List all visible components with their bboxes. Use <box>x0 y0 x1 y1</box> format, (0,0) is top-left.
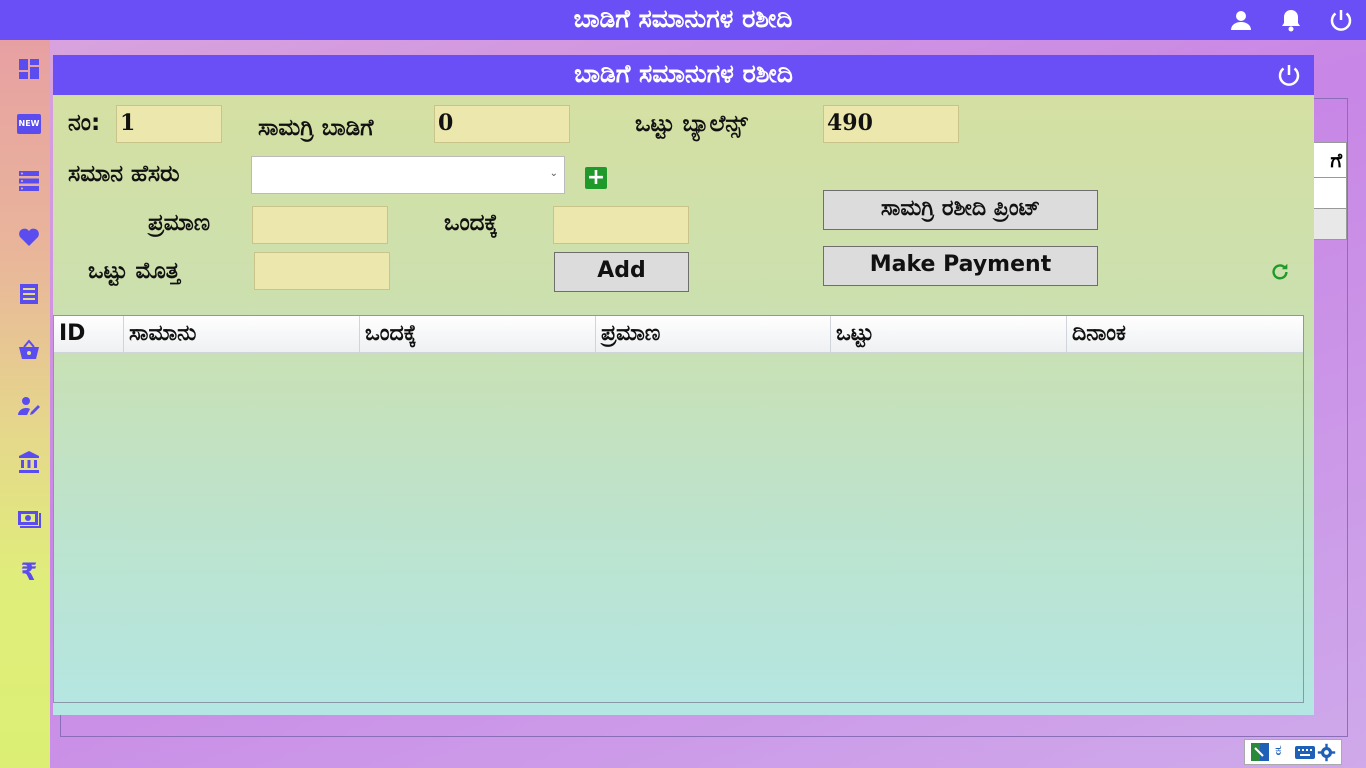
rupee-glyph: ₹ <box>20 558 38 586</box>
edit-user-icon[interactable] <box>17 394 41 418</box>
ime-language: ಕ <box>1275 741 1282 759</box>
ime-tray[interactable]: ಕ <box>1244 739 1342 765</box>
column-header-quantity[interactable]: ಪ್ರಮಾಣ <box>596 316 831 352</box>
print-receipt-button[interactable]: ಸಾಮಗ್ರಿ ರಶೀದಿ ಪ್ರಿಂಟ್ <box>823 190 1098 230</box>
sidebar: NEW ₹ <box>0 40 50 768</box>
app-header: ಬಾಡಿಗೆ ಸಮಾನುಗಳ ರಶೀದಿ <box>0 0 1366 40</box>
gear-icon[interactable] <box>1317 743 1336 762</box>
rent-label: ಸಾಮಗ್ರಿ ಬಾಡಿಗೆ <box>258 115 374 141</box>
receipt-no-label: ನಂ: <box>68 110 101 136</box>
cash-icon[interactable] <box>17 507 41 531</box>
add-item-icon[interactable]: + <box>585 167 607 189</box>
new-badge-icon[interactable]: NEW <box>17 114 41 134</box>
refresh-icon[interactable] <box>1269 261 1291 283</box>
receipt-no-field[interactable]: 1 <box>116 105 222 143</box>
quantity-field[interactable] <box>252 206 388 244</box>
column-header-id[interactable]: ID <box>54 316 124 352</box>
item-name-label: ಸಮಾನ ಹೆಸರು <box>68 161 180 187</box>
receipt-dialog: ಬಾಡಿಗೆ ಸಮಾನುಗಳ ರಶೀದಿ ನಂ: 1 ಸಾಮಗ್ರಿ ಬಾಡಿಗ… <box>53 55 1314 715</box>
table-header-row: ID ಸಾಮಾನು ಒಂದಕ್ಕೆ ಪ್ರಮಾಣ ಒಟ್ಟು ದಿನಾಂಕ <box>54 316 1303 353</box>
power-icon[interactable] <box>1329 8 1353 32</box>
column-header-total[interactable]: ಒಟ್ಟು <box>831 316 1067 352</box>
make-payment-button[interactable]: Make Payment <box>823 246 1098 286</box>
bell-icon[interactable] <box>1279 8 1303 32</box>
balance-label: ಒಟ್ಟು ಬ್ಯಾಲೆನ್ಸ್ <box>635 111 748 137</box>
item-name-select[interactable]: ⌄ <box>251 156 565 194</box>
new-badge-text: NEW <box>18 119 40 128</box>
ime-logo-icon <box>1251 743 1269 761</box>
bank-icon[interactable] <box>17 450 41 474</box>
heart-icon[interactable] <box>17 225 41 249</box>
quantity-label: ಪ್ರಮಾಣ <box>148 210 211 236</box>
column-header-item[interactable]: ಸಾಮಾನು <box>124 316 360 352</box>
column-header-unit-price[interactable]: ಒಂದಕ್ಕೆ <box>360 316 596 352</box>
total-field[interactable] <box>254 252 390 290</box>
basket-icon[interactable] <box>17 338 41 362</box>
keyboard-icon[interactable] <box>1295 746 1315 759</box>
receipt-icon[interactable] <box>17 282 41 306</box>
dialog-header: ಬಾಡಿಗೆ ಸಮಾನುಗಳ ರಶೀದಿ <box>53 55 1314 95</box>
column-header-date[interactable]: ದಿನಾಂಕ <box>1067 316 1303 352</box>
rupee-icon[interactable]: ₹ <box>17 558 41 586</box>
app-title: ಬಾಡಿಗೆ ಸಮಾನುಗಳ ರಶೀದಿ <box>573 4 793 33</box>
add-button[interactable]: Add <box>554 252 689 292</box>
list-icon[interactable] <box>17 169 41 193</box>
dialog-title: ಬಾಡಿಗೆ ಸಮಾನುಗಳ ರಶೀದಿ <box>574 59 793 88</box>
power-icon[interactable] <box>1277 63 1301 87</box>
total-label: ಒಟ್ಟು ಮೊತ್ತ <box>88 258 180 284</box>
rent-field[interactable]: 0 <box>434 105 570 143</box>
balance-field[interactable]: 490 <box>823 105 959 143</box>
items-table: ID ಸಾಮಾನು ಒಂದಕ್ಕೆ ಪ್ರಮಾಣ ಒಟ್ಟು ದಿನಾಂಕ <box>53 315 1304 703</box>
chevron-down-icon: ⌄ <box>549 168 558 179</box>
unit-price-field[interactable] <box>553 206 689 244</box>
unit-price-label: ಒಂದಕ್ಕೆ <box>444 210 498 236</box>
user-icon[interactable] <box>1229 8 1253 32</box>
dashboard-icon[interactable] <box>17 57 41 81</box>
